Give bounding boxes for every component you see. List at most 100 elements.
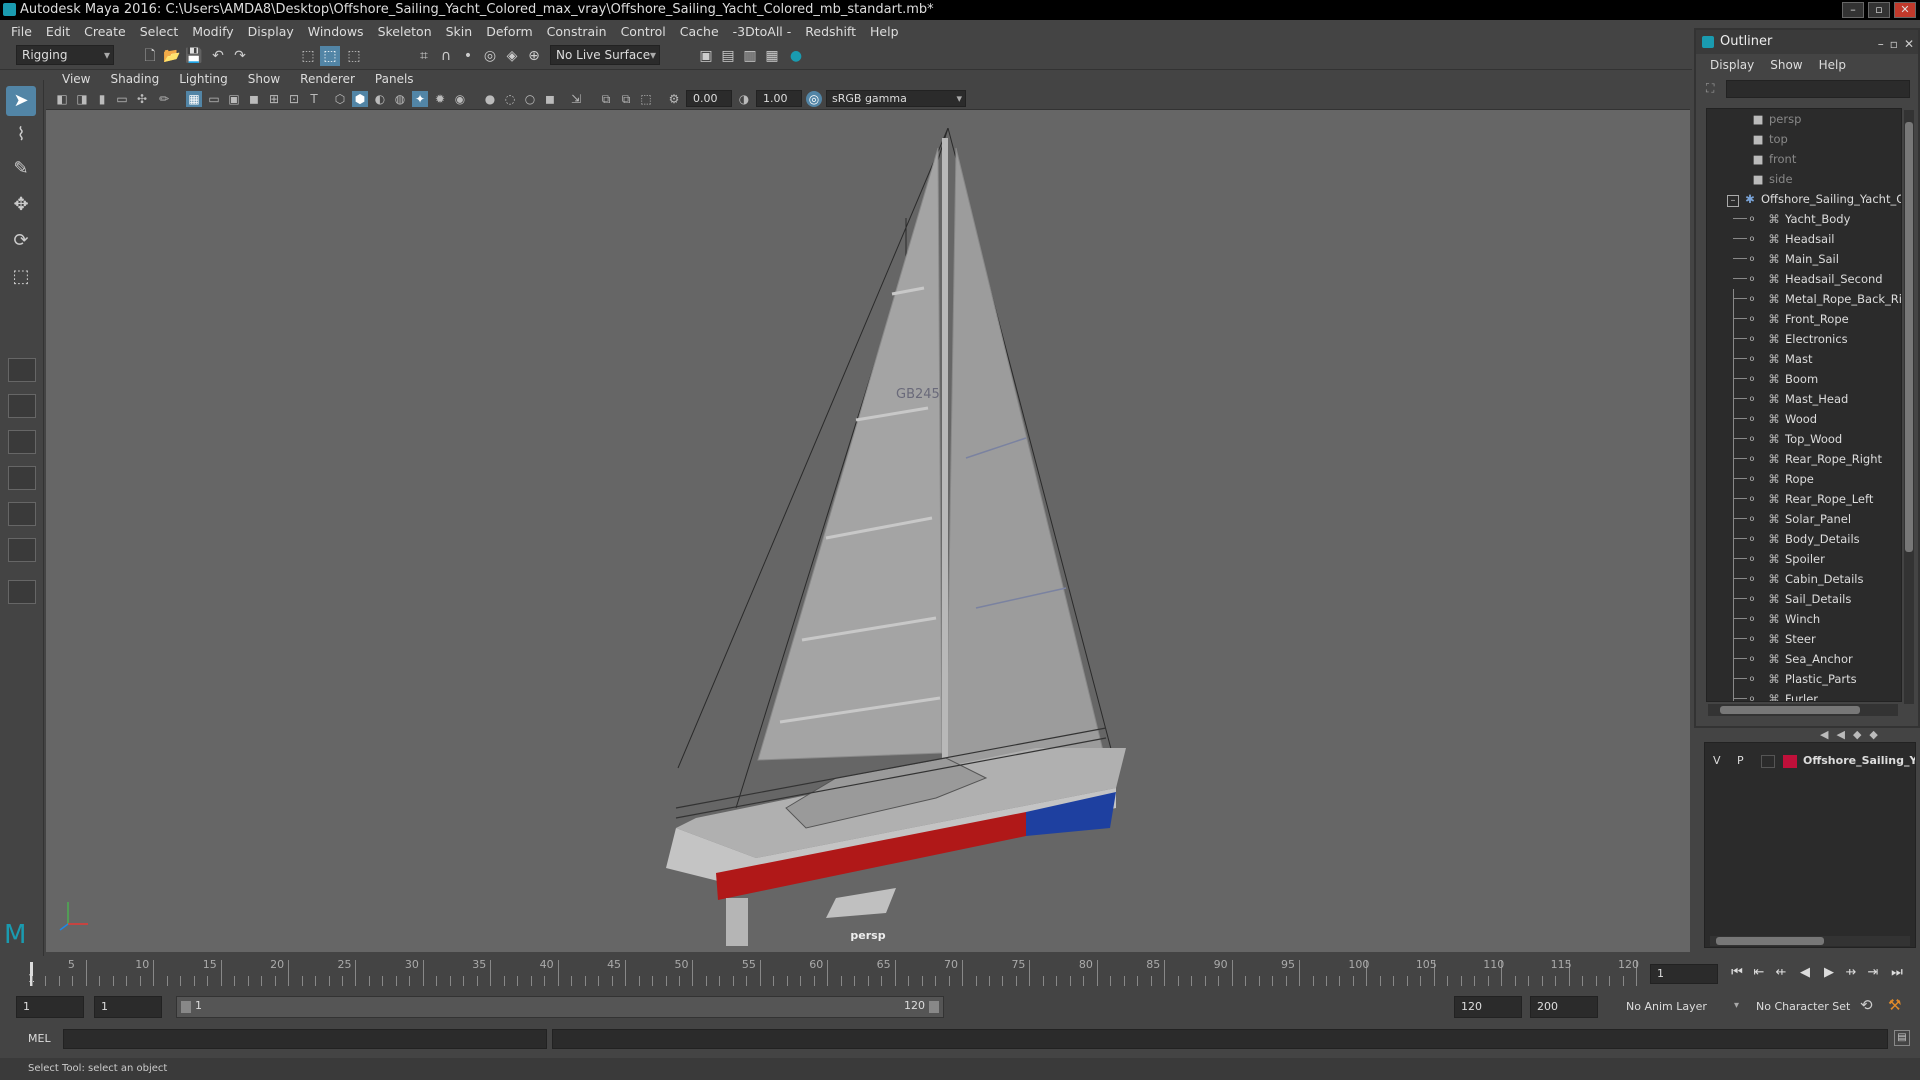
- field-chart-icon[interactable]: ⊞: [266, 91, 282, 107]
- outliner-item-child[interactable]: o ⌘ Mast: [1707, 349, 1901, 369]
- outliner-item-child[interactable]: o ⌘ Cabin_Details: [1707, 569, 1901, 589]
- layer-display-type[interactable]: [1761, 755, 1775, 768]
- safe-action-icon[interactable]: ⊡: [286, 91, 302, 107]
- persp-graph-layout-icon[interactable]: [8, 466, 36, 490]
- menu-windows[interactable]: Windows: [301, 24, 371, 39]
- frame-all-icon[interactable]: ⧉: [598, 91, 614, 107]
- menu-file[interactable]: File: [4, 24, 39, 39]
- move-layer-down-icon[interactable]: ◀: [1836, 728, 1844, 741]
- layer-scroll-thumb[interactable]: [1716, 937, 1824, 945]
- xray-icon[interactable]: ●: [482, 91, 498, 107]
- outliner-item-child[interactable]: o ⌘ Front_Rope: [1707, 309, 1901, 329]
- textured-icon[interactable]: ◍: [392, 91, 408, 107]
- camera-select-icon[interactable]: ◧: [54, 91, 70, 107]
- step-forward-key-icon[interactable]: ⇥: [1864, 963, 1882, 983]
- hypershade-icon[interactable]: ▦: [762, 46, 782, 66]
- range-slider-end-handle[interactable]: [929, 1001, 939, 1013]
- ipr-render-icon[interactable]: ▤: [718, 46, 738, 66]
- wireframe-icon[interactable]: ⬡: [332, 91, 348, 107]
- menu-help[interactable]: Help: [863, 24, 906, 39]
- outliner-item-top[interactable]: ■ top: [1707, 129, 1901, 149]
- outliner-menu-help[interactable]: Help: [1811, 54, 1854, 76]
- save-scene-icon[interactable]: 💾: [184, 46, 204, 66]
- persp-viewport[interactable]: GB245 persp: [46, 110, 1690, 952]
- new-layer-icon[interactable]: ◆: [1853, 728, 1861, 741]
- xray-components-icon[interactable]: ○: [522, 91, 538, 107]
- exposure-icon[interactable]: ⚙: [666, 91, 682, 107]
- animation-preferences-icon[interactable]: ⚒: [1888, 996, 1901, 1014]
- step-back-key-icon[interactable]: ⇤: [1750, 963, 1768, 983]
- image-plane-icon[interactable]: ▭: [114, 91, 130, 107]
- layer-playback-toggle[interactable]: P: [1737, 751, 1744, 771]
- play-backwards-icon[interactable]: ◀: [1796, 963, 1814, 983]
- minimize-button[interactable]: –: [1842, 2, 1864, 18]
- outliner-item-side[interactable]: ■ side: [1707, 169, 1901, 189]
- time-slider[interactable]: 1 5 10 15 20 25 30 35 40 45 50 55 60 65 70 75 80 85 90 95 1…: [26, 956, 1646, 988]
- safe-title-icon[interactable]: T: [306, 91, 322, 107]
- playback-start-field[interactable]: 1: [94, 996, 162, 1018]
- outliner-item-child[interactable]: o ⌘ Top_Wood: [1707, 429, 1901, 449]
- collapse-icon[interactable]: –: [1727, 195, 1739, 207]
- outliner-item-child[interactable]: o ⌘ Solar_Panel: [1707, 509, 1901, 529]
- outliner-item-child[interactable]: o ⌘ Sail_Details: [1707, 589, 1901, 609]
- outliner-item-child[interactable]: o ⌘ Electronics: [1707, 329, 1901, 349]
- select-component-icon[interactable]: ⬚: [344, 46, 364, 66]
- lasso-tool-icon[interactable]: ⌇: [6, 120, 36, 150]
- snap-grid-icon[interactable]: ⌗: [414, 46, 434, 66]
- go-to-start-icon[interactable]: ⏮: [1728, 963, 1746, 983]
- panel-menu-lighting[interactable]: Lighting: [169, 70, 238, 88]
- open-scene-icon[interactable]: 📂: [162, 46, 182, 66]
- menu-display[interactable]: Display: [241, 24, 301, 39]
- fit-view-icon[interactable]: ⬚: [638, 91, 654, 107]
- outliner-item-child[interactable]: o ⌘ Plastic_Parts: [1707, 669, 1901, 689]
- render-frame-icon[interactable]: ▣: [696, 46, 716, 66]
- anim-layer-dropdown[interactable]: No Anim Layer: [1622, 996, 1707, 1018]
- play-forwards-icon[interactable]: ▶: [1820, 963, 1838, 983]
- menu-redshift[interactable]: Redshift: [798, 24, 863, 39]
- outliner-search-input[interactable]: [1726, 80, 1910, 98]
- menu-control[interactable]: Control: [614, 24, 673, 39]
- layer-horizontal-scrollbar[interactable]: [1710, 936, 1910, 946]
- menu-edit[interactable]: Edit: [39, 24, 77, 39]
- snap-surface-icon[interactable]: ◈: [502, 46, 522, 66]
- layer-color-swatch[interactable]: [1783, 755, 1797, 768]
- custom-layout-icon[interactable]: [8, 580, 36, 604]
- filter-icon[interactable]: ⛶: [1706, 81, 1714, 96]
- shadows-icon[interactable]: ✹: [432, 91, 448, 107]
- bookmark-icon[interactable]: ▮: [94, 91, 110, 107]
- grease-pencil-icon[interactable]: ✏: [156, 91, 172, 107]
- outliner-vertical-scrollbar[interactable]: [1904, 110, 1914, 704]
- outliner-horizontal-scroll-thumb[interactable]: [1720, 706, 1860, 714]
- outliner-item-child[interactable]: o ⌘ Main_Sail: [1707, 249, 1901, 269]
- snap-view-icon[interactable]: ◎: [480, 46, 500, 66]
- layer-name[interactable]: Offshore_Sailing_Yacht: [1803, 751, 1915, 771]
- live-surface-dropdown[interactable]: No Live Surface: [550, 45, 660, 65]
- menu-constrain[interactable]: Constrain: [540, 24, 614, 39]
- undo-icon[interactable]: ↶: [208, 46, 228, 66]
- outliner-menu-display[interactable]: Display: [1702, 54, 1762, 76]
- resolution-gate-icon[interactable]: ▣: [226, 91, 242, 107]
- gate-mask-icon[interactable]: ◼: [246, 91, 262, 107]
- use-lights-icon[interactable]: ✦: [412, 91, 428, 107]
- move-layer-up-icon[interactable]: ◀: [1820, 728, 1828, 741]
- menu-deform[interactable]: Deform: [479, 24, 539, 39]
- menu-set-dropdown[interactable]: Rigging: [16, 45, 114, 65]
- side-by-side-layout-icon[interactable]: [8, 430, 36, 454]
- outliner-item-child[interactable]: o ⌘ Spoiler: [1707, 549, 1901, 569]
- outliner-item-child[interactable]: o ⌘ Sea_Anchor: [1707, 649, 1901, 669]
- smooth-shade-icon[interactable]: ⬢: [352, 91, 368, 107]
- panel-menu-shading[interactable]: Shading: [100, 70, 169, 88]
- outliner-menu-show[interactable]: Show: [1762, 54, 1810, 76]
- select-tool-icon[interactable]: ➤: [6, 86, 36, 116]
- outliner-item-child[interactable]: o ⌘ Rear_Rope_Left: [1707, 489, 1901, 509]
- step-back-frame-icon[interactable]: ⇷: [1772, 963, 1790, 983]
- animation-end-field[interactable]: 200: [1530, 996, 1598, 1018]
- render-settings-icon[interactable]: ▥: [740, 46, 760, 66]
- outliner-item-child[interactable]: o ⌘ Boom: [1707, 369, 1901, 389]
- outliner-item-child[interactable]: o ⌘ Rear_Rope_Right: [1707, 449, 1901, 469]
- command-language-label[interactable]: MEL: [28, 1032, 51, 1045]
- single-view-layout-icon[interactable]: [8, 358, 36, 382]
- new-layer-selected-icon[interactable]: ◆: [1869, 728, 1877, 741]
- outliner-item-child[interactable]: o ⌘ Steer: [1707, 629, 1901, 649]
- persp-hypershade-layout-icon[interactable]: [8, 538, 36, 562]
